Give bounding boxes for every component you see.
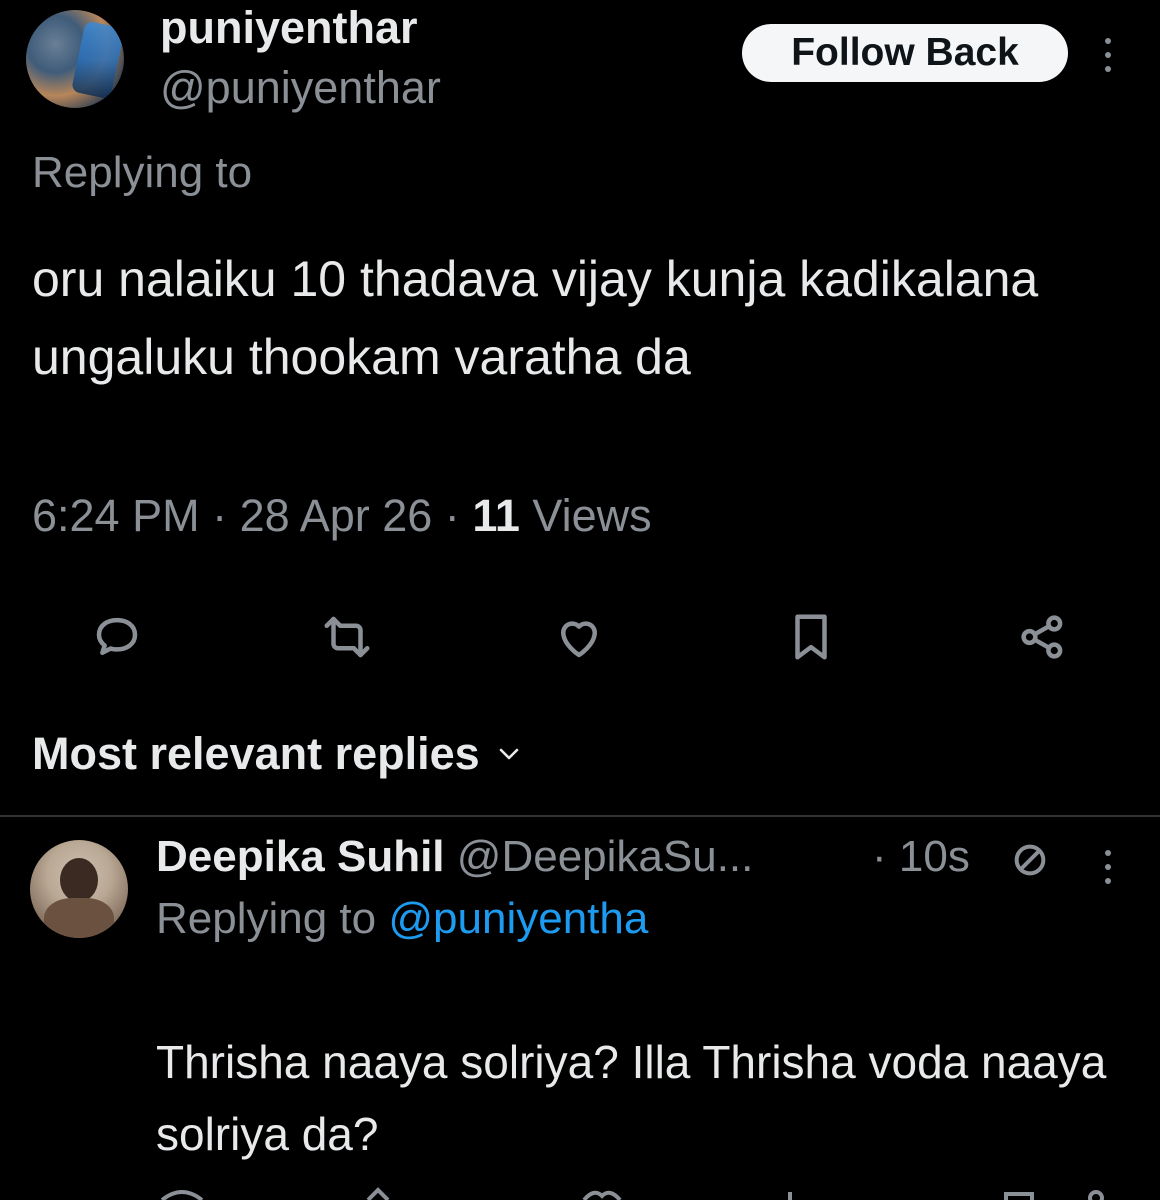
reply-author[interactable]: Deepika Suhil @DeepikaSu... bbox=[156, 832, 753, 882]
replying-to-label: Replying to bbox=[32, 148, 253, 197]
chevron-down-icon bbox=[499, 748, 518, 760]
tweet-text: oru nalaiku 10 thadava vijay kunja kadik… bbox=[32, 251, 1039, 385]
author-avatar[interactable] bbox=[26, 10, 124, 108]
author-handle[interactable]: @puniyenthar bbox=[160, 62, 441, 114]
meta-separator: · bbox=[444, 490, 460, 541]
reply-timestamp[interactable]: · 10s bbox=[872, 832, 970, 882]
share-icon[interactable] bbox=[1016, 610, 1070, 664]
more-options-icon[interactable] bbox=[1098, 34, 1120, 76]
sort-label: Most relevant replies bbox=[32, 728, 480, 779]
meta-separator: · bbox=[212, 490, 228, 541]
views-count: 11 bbox=[472, 490, 520, 541]
reply-author-handle[interactable]: @DeepikaSu... bbox=[457, 832, 754, 881]
reply-more-options-icon[interactable] bbox=[1098, 846, 1120, 888]
bookmark-icon[interactable] bbox=[784, 610, 838, 664]
tweet-time[interactable]: 6:24 PM bbox=[32, 490, 200, 541]
reply-action-bar bbox=[160, 1187, 1104, 1200]
reply-icon bbox=[160, 1190, 204, 1200]
author-display-name[interactable]: puniyenthar bbox=[160, 2, 418, 54]
circle-slash-icon bbox=[1014, 844, 1046, 876]
retweet-icon bbox=[366, 1187, 390, 1200]
share-icon bbox=[1088, 1190, 1104, 1200]
bookmark-icon bbox=[1004, 1192, 1034, 1200]
reply-replying-to: Replying to @puniyentha bbox=[156, 894, 648, 944]
reply-icon[interactable] bbox=[90, 610, 144, 664]
reply-text: Thrisha naaya solriya? Illa Thrisha voda… bbox=[156, 1036, 1107, 1160]
divider bbox=[0, 815, 1160, 817]
reply-author-name[interactable]: Deepika Suhil bbox=[156, 832, 445, 881]
like-icon[interactable] bbox=[552, 610, 606, 664]
follow-back-button[interactable]: Follow Back bbox=[742, 24, 1068, 82]
replying-to-link[interactable]: @puniyentha bbox=[388, 894, 648, 943]
views-label: Views bbox=[532, 490, 652, 541]
reply-replying-label: Replying to bbox=[156, 894, 377, 943]
tweet-date[interactable]: 28 Apr 26 bbox=[240, 490, 433, 541]
replies-sort-dropdown[interactable]: Most relevant replies bbox=[32, 728, 520, 780]
like-icon bbox=[582, 1190, 622, 1200]
tweet-meta: 6:24 PM · 28 Apr 26 · 11 Views bbox=[32, 490, 652, 542]
retweet-icon[interactable] bbox=[320, 610, 374, 664]
reply-author-avatar[interactable] bbox=[30, 840, 128, 938]
